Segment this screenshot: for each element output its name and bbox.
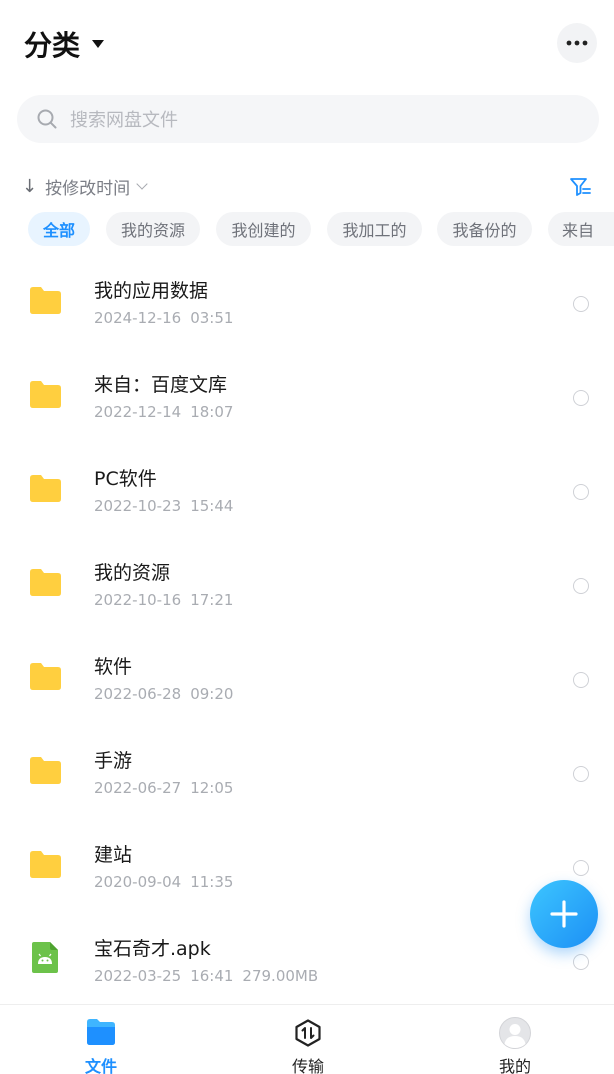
file-meta: 2022-06-28 09:20 [94, 685, 233, 703]
file-time: 12:05 [190, 779, 234, 797]
file-meta: 2022-10-16 17:21 [94, 591, 233, 609]
file-name: 宝石奇才.apk [94, 938, 211, 960]
list-item[interactable]: 来自：百度文库 2022-12-14 18:07 [0, 348, 614, 442]
file-date: 2022-06-27 [94, 779, 182, 797]
file-name: PC软件 [94, 468, 157, 490]
filter-icon[interactable] [569, 176, 591, 198]
file-date: 2022-12-14 [94, 403, 182, 421]
file-date: 2022-06-28 [94, 685, 182, 703]
select-checkbox[interactable] [573, 766, 589, 782]
category-chips: 全部 我的资源 我创建的 我加工的 我备份的 来自 [0, 212, 614, 246]
list-item[interactable]: PC软件 2022-10-23 15:44 [0, 442, 614, 536]
file-date: 2022-10-16 [94, 591, 182, 609]
transfer-icon [295, 1019, 321, 1047]
tab-label: 传输 [291, 1057, 324, 1074]
list-item[interactable]: 手游 2022-06-27 12:05 [0, 724, 614, 818]
file-time: 18:07 [190, 403, 234, 421]
tab-label: 我的 [498, 1057, 531, 1074]
select-checkbox[interactable] [573, 954, 589, 970]
chip-from[interactable]: 来自 [548, 212, 614, 246]
file-meta: 2022-06-27 12:05 [94, 779, 233, 797]
file-meta: 2022-12-14 18:07 [94, 403, 233, 421]
chip-created-by-me[interactable]: 我创建的 [216, 212, 311, 246]
file-name: 来自：百度文库 [94, 374, 228, 396]
sort-selector[interactable]: ↓ 按修改时间 [22, 174, 148, 199]
add-button[interactable] [530, 880, 598, 948]
file-date: 2024-12-16 [94, 309, 182, 327]
page-title: 分类 [24, 29, 81, 62]
list-item[interactable]: 我的应用数据 2024-12-16 03:51 [0, 254, 614, 348]
plus-icon [550, 900, 578, 928]
file-meta: 2024-12-16 03:51 [94, 309, 233, 327]
search-icon [37, 109, 57, 129]
list-item[interactable]: 软件 2022-06-28 09:20 [0, 630, 614, 724]
file-name: 建站 [94, 844, 133, 866]
file-meta: 2022-03-25 16:41 279.00MB [94, 967, 318, 985]
category-title-dropdown[interactable]: 分类 [24, 24, 105, 64]
tab-me[interactable]: 我的 [455, 1005, 575, 1074]
file-name: 我的应用数据 [94, 280, 209, 302]
search-input[interactable]: 搜索网盘文件 [17, 95, 599, 143]
header: 分类 [0, 0, 614, 88]
file-time: 15:44 [190, 497, 234, 515]
sort-arrow-icon: ↓ [22, 175, 38, 197]
select-checkbox[interactable] [573, 578, 589, 594]
chip-all[interactable]: 全部 [28, 212, 90, 246]
chevron-down-icon [136, 178, 148, 190]
file-time: 03:51 [190, 309, 234, 327]
tab-label: 文件 [84, 1057, 117, 1074]
sort-label: 按修改时间 [45, 178, 131, 199]
more-horizontal-icon [566, 40, 588, 46]
select-checkbox[interactable] [573, 672, 589, 688]
file-date: 2022-10-23 [94, 497, 182, 515]
chip-processed-by-me[interactable]: 我加工的 [327, 212, 422, 246]
file-time: 11:35 [190, 873, 234, 891]
folder-icon [30, 475, 61, 502]
search-placeholder: 搜索网盘文件 [70, 110, 178, 131]
folder-icon [87, 1019, 115, 1045]
tab-files[interactable]: 文件 [41, 1005, 161, 1074]
file-time: 09:20 [190, 685, 234, 703]
list-item[interactable]: 宝石奇才.apk 2022-03-25 16:41 279.00MB [0, 912, 614, 1006]
folder-icon [30, 851, 61, 878]
folder-icon [30, 287, 61, 314]
list-item[interactable]: 我的资源 2022-10-16 17:21 [0, 536, 614, 630]
select-checkbox[interactable] [573, 860, 589, 876]
file-name: 手游 [94, 750, 133, 772]
folder-icon [30, 381, 61, 408]
file-time: 16:41 [190, 967, 234, 985]
folder-icon [30, 663, 61, 690]
list-item[interactable]: 建站 2020-09-04 11:35 [0, 818, 614, 912]
select-checkbox[interactable] [573, 296, 589, 312]
select-checkbox[interactable] [573, 484, 589, 500]
folder-icon [30, 757, 61, 784]
file-date: 2020-09-04 [94, 873, 182, 891]
caret-down-icon [92, 40, 105, 48]
avatar-icon [499, 1017, 531, 1049]
file-name: 我的资源 [94, 562, 171, 584]
file-meta: 2020-09-04 11:35 [94, 873, 233, 891]
file-time: 17:21 [190, 591, 234, 609]
file-date: 2022-03-25 [94, 967, 182, 985]
more-button[interactable] [557, 23, 597, 63]
file-name: 软件 [94, 656, 133, 678]
select-checkbox[interactable] [573, 390, 589, 406]
tab-transfer[interactable]: 传输 [248, 1005, 368, 1074]
chip-my-resources[interactable]: 我的资源 [106, 212, 200, 246]
file-size: 279.00MB [242, 967, 319, 985]
chip-backed-up-by-me[interactable]: 我备份的 [437, 212, 532, 246]
file-meta: 2022-10-23 15:44 [94, 497, 233, 515]
apk-file-icon [32, 942, 58, 973]
bottom-tab-bar: 文件 传输 我的 [0, 1004, 614, 1074]
folder-icon [30, 569, 61, 596]
